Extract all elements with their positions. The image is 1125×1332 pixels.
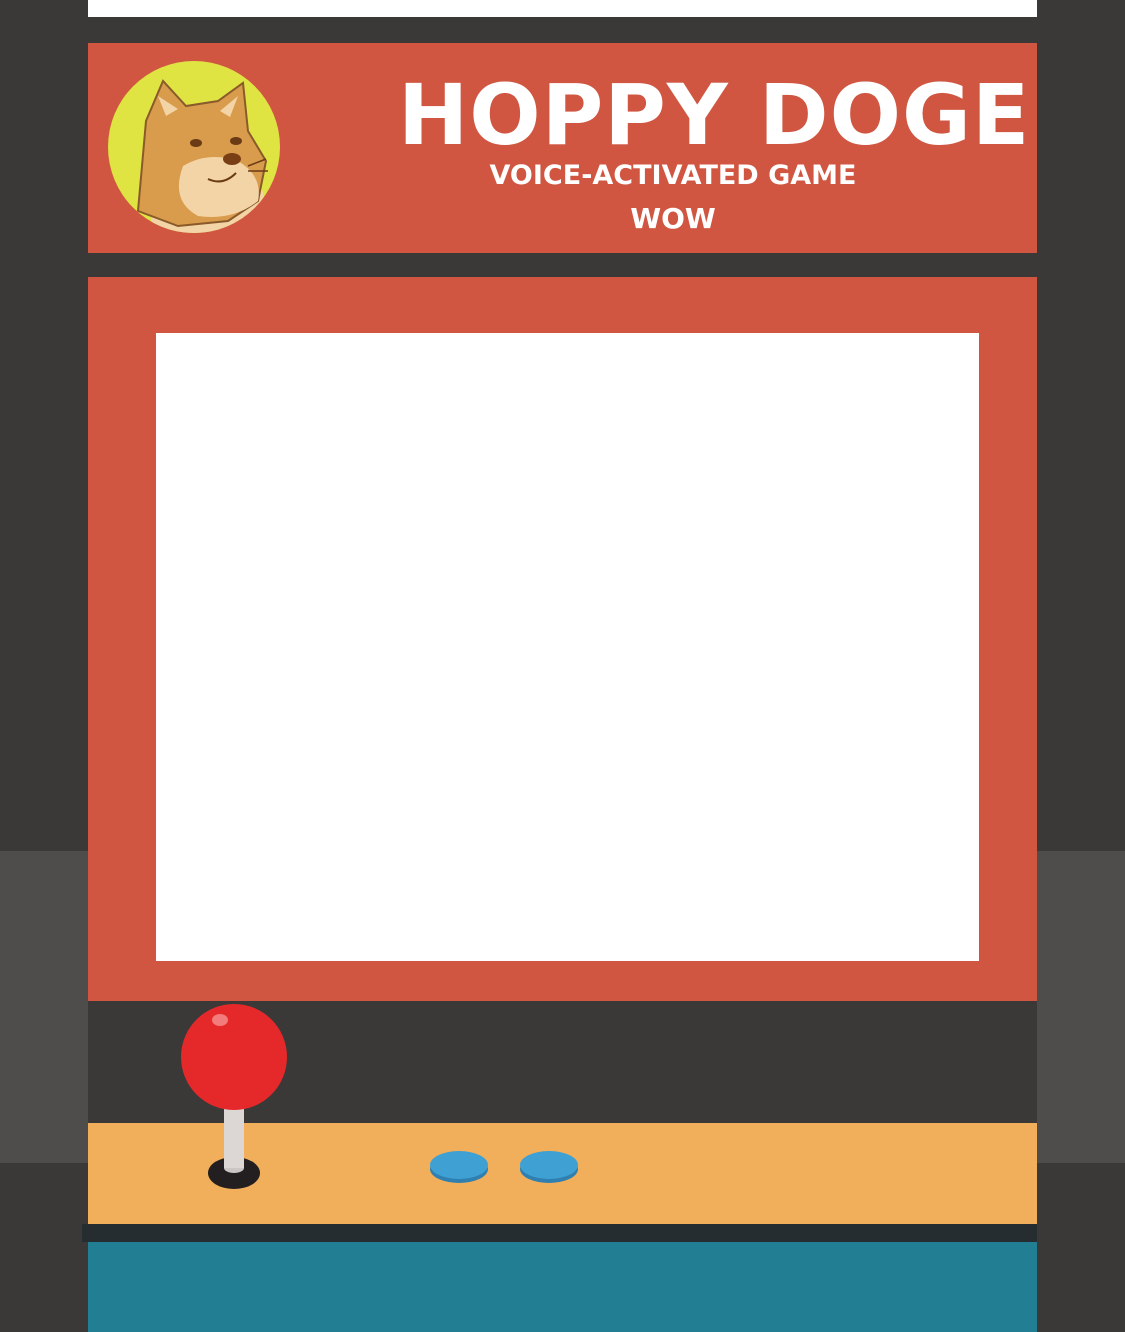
top-strip [88,0,1037,17]
doge-icon [108,61,280,233]
control-panel-edge [82,1224,1037,1242]
lower-cabinet [88,1242,1037,1332]
marquee: HOPPY DOGE VOICE-ACTIVATED GAME WOW [88,43,1037,253]
joystick-icon[interactable] [178,1002,290,1194]
arcade-button-right[interactable] [520,1150,578,1184]
game-subtitle: VOICE-ACTIVATED GAME [489,160,857,191]
side-wall-left [0,851,88,1163]
game-title: HOPPY DOGE [398,66,1031,164]
arcade-button-left[interactable] [430,1150,488,1184]
game-screen[interactable] [156,333,979,961]
game-tagline: WOW [630,202,716,235]
side-wall-right [1037,851,1125,1163]
screen-bezel [88,277,1037,1001]
